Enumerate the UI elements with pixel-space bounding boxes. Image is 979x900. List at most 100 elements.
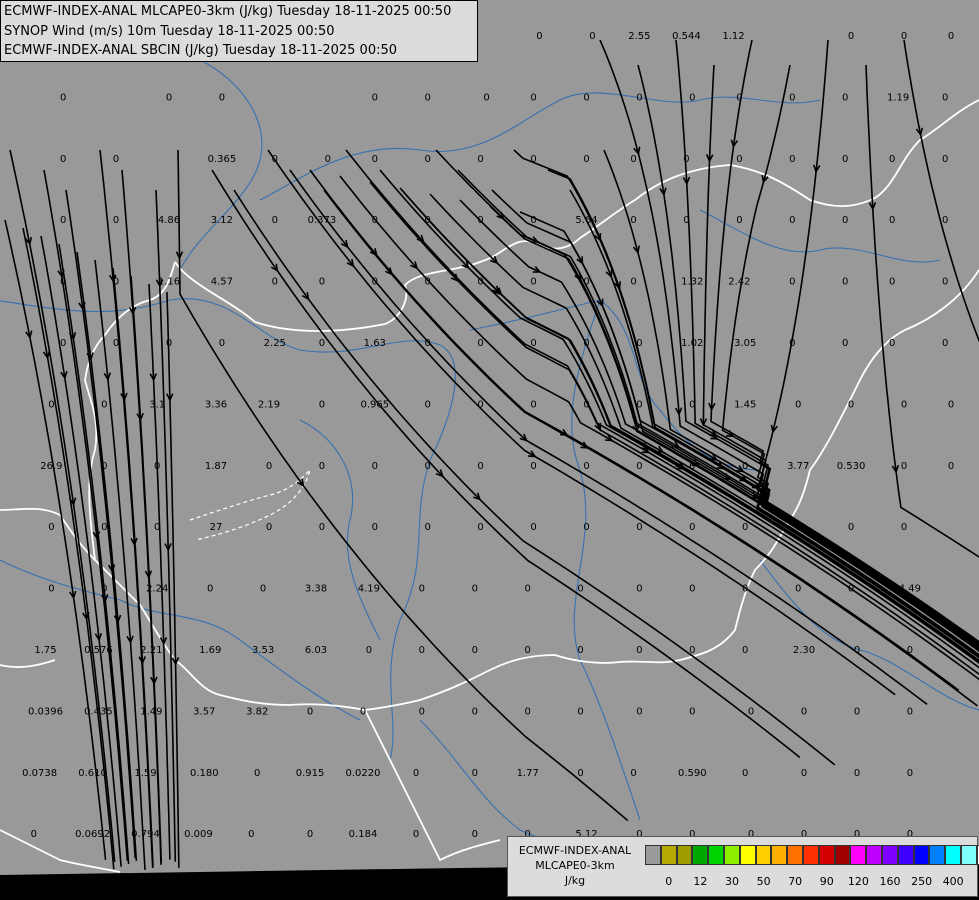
map-value-label: 2.42	[728, 277, 750, 288]
map-value-label: 0	[854, 645, 860, 656]
map-value-label: 0	[742, 461, 748, 472]
map-value-label: 5.64	[575, 215, 597, 226]
map-value-label: 0	[742, 768, 748, 779]
map-value-label: 0	[630, 277, 636, 288]
map-value-label: 0	[848, 31, 854, 42]
legend-tick-label: 0	[665, 875, 673, 888]
map-value-label: 0.610	[78, 768, 107, 779]
map-value-label: 0.184	[349, 829, 378, 840]
map-value-label: 26.9	[40, 461, 62, 472]
map-value-label: 1.69	[199, 645, 221, 656]
map-value-label: 0	[636, 584, 642, 595]
map-value-label: 0	[789, 154, 795, 165]
map-value-label: 0	[219, 92, 225, 103]
map-value-label: 0	[842, 338, 848, 349]
legend-swatch	[913, 845, 930, 865]
map-value-label: 0	[307, 706, 313, 717]
map-value-label: 0	[854, 706, 860, 717]
map-value-label: 0	[477, 154, 483, 165]
map-value-label: 0	[360, 706, 366, 717]
legend-swatch	[676, 845, 693, 865]
map-value-label: 0	[101, 399, 107, 410]
map-value-label: 0	[266, 522, 272, 533]
map-value-label: 0	[419, 645, 425, 656]
map-value-label: 1.63	[364, 338, 386, 349]
map-value-label: 0	[683, 154, 689, 165]
map-value-label: 0	[425, 461, 431, 472]
map-value-label: 0	[583, 461, 589, 472]
map-value-label: 0	[636, 338, 642, 349]
map-value-label: 0	[530, 92, 536, 103]
map-value-label: 0	[742, 584, 748, 595]
map-value-label: 0.0396	[28, 706, 63, 717]
map-value-label: 0	[942, 338, 948, 349]
map-value-label: 3.77	[787, 461, 809, 472]
map-value-label: 0	[901, 399, 907, 410]
legend-tick-label: 400	[942, 875, 964, 888]
map-value-label: 0	[689, 584, 695, 595]
map-value-label: 0	[689, 645, 695, 656]
map-value-label: 0	[60, 338, 66, 349]
map-value-label: 0	[848, 399, 854, 410]
map-value-label: 2.25	[264, 338, 286, 349]
map-value-label: 0	[889, 338, 895, 349]
map-value-label: 0	[419, 584, 425, 595]
map-value-label: 0.965	[360, 399, 389, 410]
map-value-label: 0	[907, 706, 913, 717]
map-value-label: 0	[477, 215, 483, 226]
map-value-label: 1.32	[681, 277, 703, 288]
map-value-label: 0	[848, 584, 854, 595]
map-value-label: 0	[372, 277, 378, 288]
map-value-label: 1.59	[134, 768, 156, 779]
map-value-label: 0.0220	[346, 768, 381, 779]
map-value-label: 0	[413, 768, 419, 779]
map-value-label: 3.05	[734, 338, 756, 349]
header-line-mlcape: ECMWF-INDEX-ANAL MLCAPE0-3km (J/kg) Tues…	[4, 4, 452, 19]
legend-tick-label: 70	[788, 875, 803, 888]
map-value-label: 0	[636, 461, 642, 472]
map-value-label: 3.82	[246, 706, 268, 717]
weather-map[interactable]: 2.55 0.544 1.12 0 0 0 0 0 0 0 0 0 0 0 0 0 0 0 0 0 0 1.19 0 0 0 0.…	[0, 0, 979, 900]
legend-tick-label: 30	[725, 875, 739, 888]
map-value-label: 0	[319, 277, 325, 288]
map-value-label: 0	[166, 338, 172, 349]
map-value-label: 0	[901, 461, 907, 472]
legend-swatch	[802, 845, 819, 865]
map-value-label: 0	[795, 399, 801, 410]
map-value-label: 0	[748, 706, 754, 717]
map-value-label: 0	[854, 768, 860, 779]
map-value-label: 0	[419, 706, 425, 717]
map-value-label: 0	[948, 461, 954, 472]
map-value-label: 0	[113, 338, 119, 349]
map-value-label: 0	[272, 215, 278, 226]
map-value-label: 0	[630, 154, 636, 165]
map-value-label: 0	[48, 522, 54, 533]
map-value-label: 3.12	[211, 215, 233, 226]
map-value-label: 1.19	[887, 92, 909, 103]
map-value-label: 0	[477, 399, 483, 410]
map-value-label: 0	[260, 584, 266, 595]
map-value-label: 0	[577, 584, 583, 595]
map-value-label: 0	[583, 338, 589, 349]
map-value-label: 0	[530, 338, 536, 349]
legend-swatch	[787, 845, 803, 865]
map-value-label: 0.544	[672, 31, 701, 42]
map-value-label: 0	[630, 215, 636, 226]
map-value-label: 0	[907, 645, 913, 656]
map-value-label: 0	[789, 277, 795, 288]
map-value-label: 0	[901, 522, 907, 533]
map-value-label: 4.49	[899, 584, 921, 595]
map-value-label: 4.86	[158, 215, 180, 226]
map-value-label: 0	[795, 584, 801, 595]
map-value-label: 0	[577, 645, 583, 656]
legend-tick-label: 250	[911, 875, 933, 888]
map-value-label: 0.576	[84, 645, 113, 656]
map-value-label: 0	[636, 92, 642, 103]
map-value-label: 2.21	[140, 645, 162, 656]
map-value-label: 0	[742, 522, 748, 533]
map-value-label: 1.49	[140, 706, 162, 717]
map-value-label: 0	[219, 338, 225, 349]
map-value-label: 0	[907, 768, 913, 779]
map-value-label: 0	[372, 461, 378, 472]
map-value-label: 0	[842, 277, 848, 288]
